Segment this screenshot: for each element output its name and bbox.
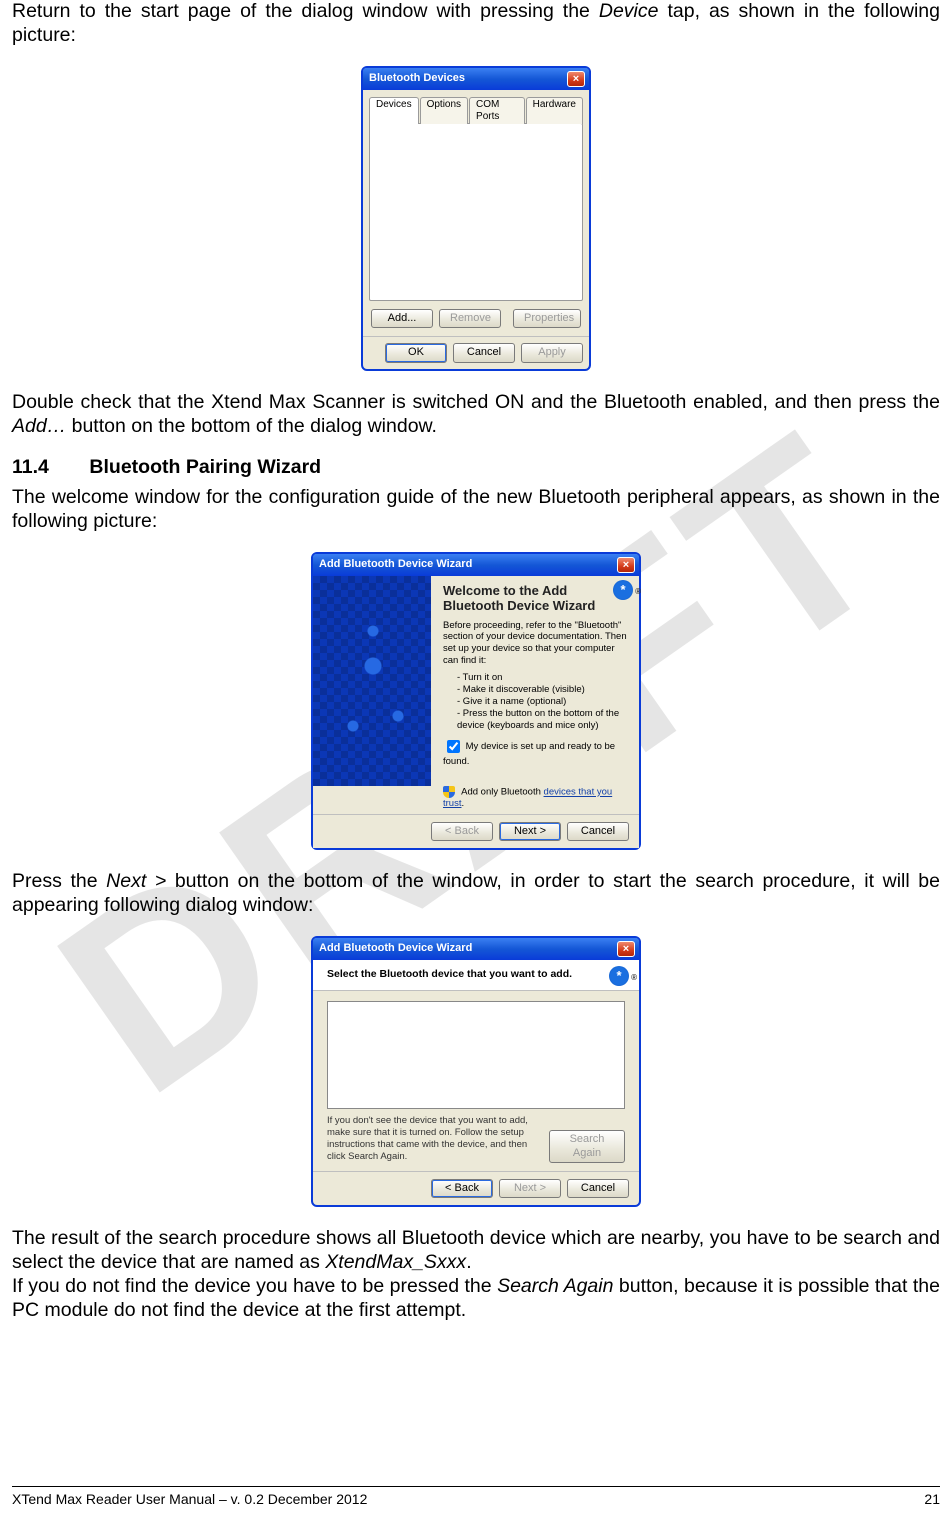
text: Return to the start page of the dialog w… xyxy=(12,0,599,22)
tab-strip: Devices Options COM Ports Hardware xyxy=(363,90,589,123)
next-button[interactable]: Next > xyxy=(499,1179,561,1198)
back-button[interactable]: < Back xyxy=(431,822,493,841)
section-title: Bluetooth Pairing Wizard xyxy=(89,456,321,478)
add-button[interactable]: Add... xyxy=(371,309,433,328)
checkbox-row: My device is set up and ready to be foun… xyxy=(443,737,627,768)
properties-button[interactable]: Properties xyxy=(513,309,581,328)
found-device-list[interactable] xyxy=(327,1001,625,1109)
figure-add-bt-wizard-welcome: Add Bluetooth Device Wizard × ® Welcome … xyxy=(12,552,940,850)
device-ready-checkbox[interactable] xyxy=(447,740,460,753)
checkbox-label: My device is set up and ready to be foun… xyxy=(443,741,615,767)
ok-button[interactable]: OK xyxy=(385,343,447,362)
wizard-sidebar-image xyxy=(313,576,431,786)
registered-icon: ® xyxy=(631,968,637,987)
title-bar: Bluetooth Devices × xyxy=(363,68,589,90)
remove-button[interactable]: Remove xyxy=(439,309,501,328)
text: If you do not find the device you have t… xyxy=(12,1275,497,1297)
section-number: 11.4 xyxy=(12,456,84,480)
wizard-bullet-list: - Turn it on - Make it discoverable (vis… xyxy=(457,672,627,731)
cancel-button[interactable]: Cancel xyxy=(567,1179,629,1198)
wizard-intro: Before proceeding, refer to the "Bluetoo… xyxy=(443,620,627,668)
window-bluetooth-devices: Bluetooth Devices × Devices Options COM … xyxy=(361,66,591,371)
wizard-button-row: < Back Next > Cancel xyxy=(313,814,639,848)
paragraph-2: Double check that the Xtend Max Scanner … xyxy=(12,391,940,439)
paragraph-1: Return to the start page of the dialog w… xyxy=(12,0,940,48)
wizard-body: If you don't see the device that you wan… xyxy=(313,991,639,1171)
text-italic: Add… xyxy=(12,415,66,437)
title-bar: Add Bluetooth Device Wizard × xyxy=(313,938,639,960)
list-item: - Make it discoverable (visible) xyxy=(457,684,627,696)
section-heading: 11.4 Bluetooth Pairing Wizard xyxy=(12,456,940,480)
list-item: - Turn it on xyxy=(457,672,627,684)
list-item: - Give it a name (optional) xyxy=(457,696,627,708)
wizard-header-text: Select the Bluetooth device that you wan… xyxy=(327,968,572,980)
search-hint: If you don't see the device that you wan… xyxy=(327,1115,541,1163)
tab-hardware[interactable]: Hardware xyxy=(526,97,583,124)
paragraph-4: Press the Next > button on the bottom of… xyxy=(12,870,940,918)
text: The result of the search procedure shows… xyxy=(12,1227,940,1273)
text: Add only Bluetooth xyxy=(461,787,543,798)
window-title: Bluetooth Devices xyxy=(369,72,465,85)
tab-com-ports[interactable]: COM Ports xyxy=(469,97,525,124)
text-italic: Next > xyxy=(106,870,166,892)
window-title: Add Bluetooth Device Wizard xyxy=(319,942,472,955)
footer-left: XTend Max Reader User Manual – v. 0.2 De… xyxy=(12,1491,367,1507)
bluetooth-icon: ® xyxy=(609,966,629,986)
close-icon[interactable]: × xyxy=(617,557,635,573)
text: button on the bottom of the dialog windo… xyxy=(66,415,437,437)
list-item: - Press the button on the bottom of the … xyxy=(457,708,627,732)
text-italic: Search Again xyxy=(497,1275,613,1297)
cancel-button[interactable]: Cancel xyxy=(567,822,629,841)
text-italic: Device xyxy=(599,0,659,22)
window-title: Add Bluetooth Device Wizard xyxy=(319,558,472,571)
close-icon[interactable]: × xyxy=(617,941,635,957)
cancel-button[interactable]: Cancel xyxy=(453,343,515,362)
trust-hint: Add only Bluetooth devices that you trus… xyxy=(443,786,627,810)
wizard-content: ® Welcome to the Add Bluetooth Device Wi… xyxy=(431,576,639,814)
window-add-bt-wizard-select: Add Bluetooth Device Wizard × Select the… xyxy=(311,936,641,1208)
search-again-button[interactable]: Search Again xyxy=(549,1130,625,1163)
bluetooth-icon: ® xyxy=(613,580,633,600)
text: Press the xyxy=(12,870,106,892)
figure-add-bt-wizard-select: Add Bluetooth Device Wizard × Select the… xyxy=(12,936,940,1208)
dialog-button-row: OK Cancel Apply xyxy=(363,336,589,368)
tab-options[interactable]: Options xyxy=(420,97,468,124)
text: Double check that the Xtend Max Scanner … xyxy=(12,391,940,413)
registered-icon: ® xyxy=(635,582,641,601)
list-button-row: Add... Remove Properties xyxy=(363,307,589,336)
text: . xyxy=(461,798,464,809)
window-add-bt-wizard: Add Bluetooth Device Wizard × ® Welcome … xyxy=(311,552,641,850)
wizard-body: ® Welcome to the Add Bluetooth Device Wi… xyxy=(313,576,639,814)
back-button[interactable]: < Back xyxy=(431,1179,493,1198)
next-button[interactable]: Next > xyxy=(499,822,561,841)
page-number: 21 xyxy=(924,1491,940,1507)
device-list xyxy=(369,123,583,301)
wizard-button-row: < Back Next > Cancel xyxy=(313,1171,639,1205)
paragraph-5: The result of the search procedure shows… xyxy=(12,1227,940,1275)
text-italic: XtendMax_Sxxx xyxy=(325,1251,466,1273)
page-footer: XTend Max Reader User Manual – v. 0.2 De… xyxy=(12,1486,940,1507)
figure-bluetooth-devices: Bluetooth Devices × Devices Options COM … xyxy=(12,66,940,371)
wizard-heading: Welcome to the Add Bluetooth Device Wiza… xyxy=(443,584,627,614)
paragraph-6: If you do not find the device you have t… xyxy=(12,1275,940,1323)
paragraph-3: The welcome window for the configuration… xyxy=(12,486,940,534)
apply-button[interactable]: Apply xyxy=(521,343,583,362)
title-bar: Add Bluetooth Device Wizard × xyxy=(313,554,639,576)
tab-devices[interactable]: Devices xyxy=(369,97,419,124)
wizard-header: Select the Bluetooth device that you wan… xyxy=(313,960,639,992)
shield-icon xyxy=(443,786,455,798)
close-icon[interactable]: × xyxy=(567,71,585,87)
text: . xyxy=(466,1251,471,1273)
